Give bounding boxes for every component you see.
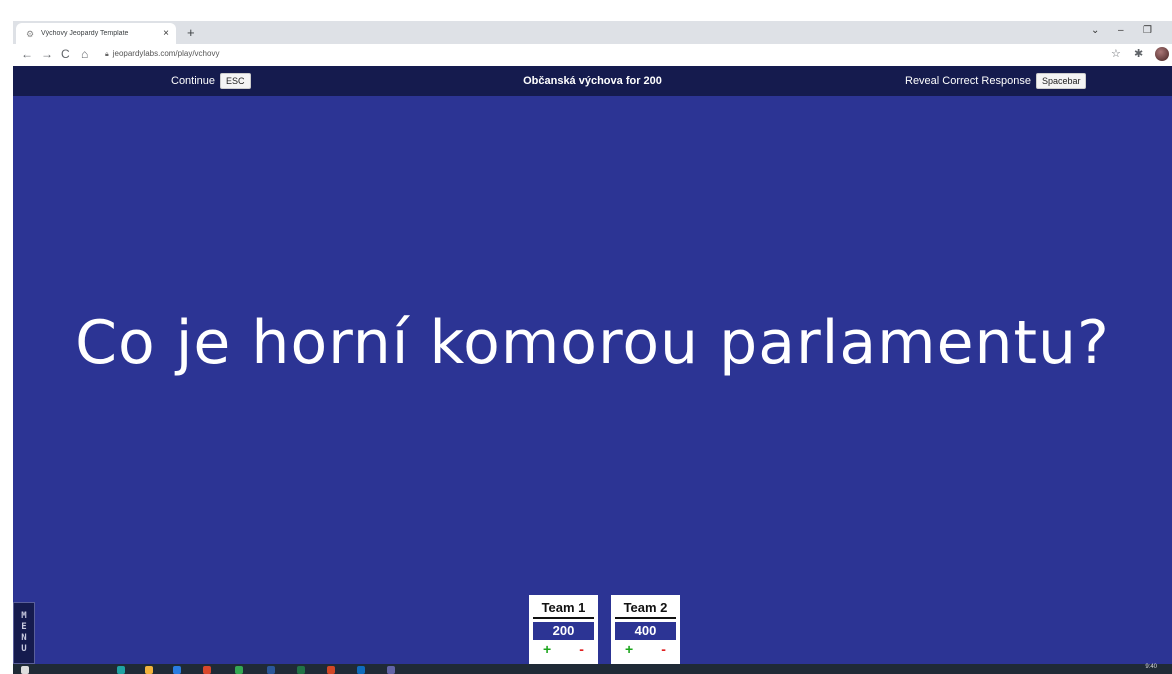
profile-avatar[interactable] — [1155, 47, 1169, 61]
edge-icon[interactable] — [117, 666, 125, 674]
home-icon[interactable]: ⌂ — [81, 47, 88, 61]
gear-icon: ⚙ — [26, 28, 35, 39]
add-points-button[interactable]: + — [543, 641, 551, 657]
menu-letter: U — [21, 644, 27, 654]
jeopardy-page: Continue ESC Občanská výchova for 200 Re… — [13, 66, 1172, 664]
store-icon[interactable] — [173, 666, 181, 674]
excel-icon[interactable] — [297, 666, 305, 674]
taskbar-clock: 9:40 — [1145, 664, 1157, 670]
word-icon[interactable] — [267, 666, 275, 674]
menu-button[interactable]: M E N U — [13, 602, 35, 664]
menu-letter: N — [21, 633, 27, 643]
powerpoint-icon[interactable] — [327, 666, 335, 674]
add-points-button[interactable]: + — [625, 641, 633, 657]
browser-tab-strip: ⚙ Výchovy Jeopardy Template × + ⌄ – ❐ — [13, 21, 1172, 44]
url-text: jeopardylabs.com/play/vchovy — [112, 49, 220, 58]
reload-icon[interactable]: C — [61, 47, 70, 61]
url-field[interactable]: 🔒︎ jeopardylabs.com/play/vchovy — [105, 49, 219, 59]
forward-icon[interactable]: → — [41, 47, 53, 61]
tab-title: Výchovy Jeopardy Template — [41, 30, 129, 37]
tab-close-icon[interactable]: × — [160, 28, 172, 39]
outlook-icon[interactable] — [357, 666, 365, 674]
address-bar: ← → C ⌂ 🔒︎ jeopardylabs.com/play/vchovy ☆… — [13, 44, 1172, 67]
spacebar-key[interactable]: Spacebar — [1035, 73, 1087, 89]
menu-letter: M — [21, 611, 27, 621]
os-taskbar: 9:40 — [13, 664, 1172, 674]
bookmark-star-icon[interactable]: ☆ — [1111, 47, 1121, 60]
team-score: 200 — [533, 622, 594, 640]
tab-search-icon[interactable]: ⌄ — [1091, 25, 1099, 36]
team-card-1: Team 1 200 + - — [529, 595, 598, 664]
back-icon[interactable]: ← — [21, 47, 33, 61]
start-icon[interactable] — [21, 666, 29, 674]
team-score: 400 — [615, 622, 676, 640]
reveal-control[interactable]: Reveal Correct Response Spacebar — [905, 73, 1087, 89]
extensions-icon[interactable]: ✱ — [1134, 47, 1143, 60]
lock-icon: 🔒︎ — [105, 51, 109, 58]
reveal-label: Reveal Correct Response — [905, 75, 1031, 87]
menu-letter: E — [21, 622, 27, 632]
minimize-button[interactable]: – — [1118, 25, 1124, 36]
folder-icon[interactable] — [145, 666, 153, 674]
question-topbar: Continue ESC Občanská výchova for 200 Re… — [13, 66, 1172, 96]
subtract-points-button[interactable]: - — [579, 641, 584, 657]
subtract-points-button[interactable]: - — [661, 641, 666, 657]
chrome-icon[interactable] — [235, 666, 243, 674]
team-name: Team 1 — [533, 600, 594, 619]
team-name: Team 2 — [615, 600, 676, 619]
office-icon[interactable] — [203, 666, 211, 674]
restore-button[interactable]: ❐ — [1143, 25, 1152, 36]
browser-tab[interactable]: ⚙ Výchovy Jeopardy Template × — [16, 23, 176, 44]
team-card-2: Team 2 400 + - — [611, 595, 680, 664]
teams-icon[interactable] — [387, 666, 395, 674]
new-tab-button[interactable]: + — [187, 25, 195, 40]
question-text: Co je horní komorou parlamentu? — [75, 308, 1110, 378]
